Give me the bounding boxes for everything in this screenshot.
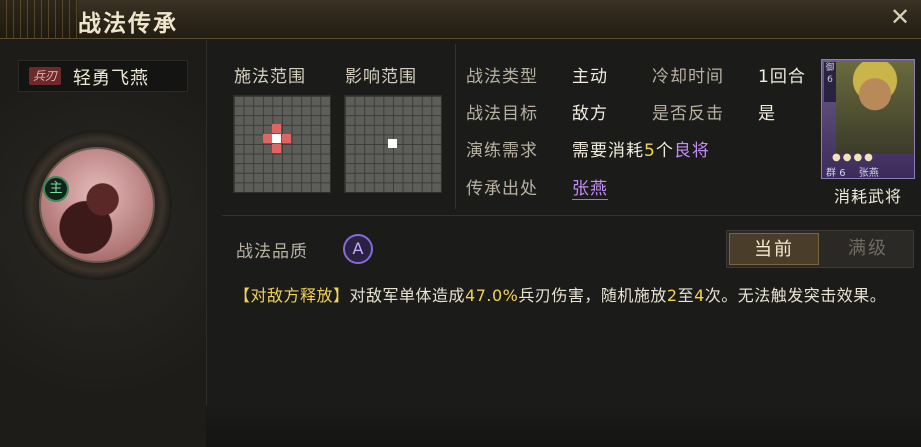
general-card-foot: 群 6 张燕 bbox=[826, 164, 879, 179]
range-cell bbox=[272, 144, 281, 153]
skill-type-badge: 兵刃 bbox=[29, 67, 62, 85]
source-label: 传承出处 bbox=[466, 179, 538, 199]
cooldown-value: 1回合 bbox=[758, 67, 806, 87]
level-toggle: 当前 满级 bbox=[726, 230, 914, 268]
title-ornament bbox=[0, 0, 78, 38]
general-name: 张燕 bbox=[858, 168, 879, 179]
target-value: 敌方 bbox=[572, 104, 608, 124]
skill-name: 轻勇飞燕 bbox=[73, 68, 149, 89]
cast-range-grid bbox=[233, 95, 331, 193]
consume-general-caption: 消耗武将 bbox=[833, 187, 902, 206]
desc-part4: 次。无法触发突击效果。 bbox=[704, 286, 887, 305]
effect-range-label: 影响范围 bbox=[345, 67, 417, 87]
skill-type-value: 主动 bbox=[572, 67, 608, 87]
tab-max-level[interactable]: 满级 bbox=[823, 233, 913, 265]
close-icon[interactable]: ✕ bbox=[889, 5, 911, 29]
drill-requirement-value: 需要消耗5个良将 bbox=[572, 136, 710, 161]
general-side-level: 6 bbox=[827, 75, 833, 85]
effect-range-grid bbox=[344, 95, 442, 193]
desc-part2: 兵刃伤害，随机施放 bbox=[518, 286, 667, 305]
quality-label: 战法品质 bbox=[236, 242, 308, 262]
vertical-divider bbox=[455, 44, 456, 209]
skill-name-tag: 兵刃 轻勇飞燕 bbox=[18, 60, 188, 92]
skill-portrait-icon[interactable] bbox=[39, 147, 155, 263]
title-bar: 战法传承 ✕ bbox=[0, 0, 921, 39]
drill-quality: 良将 bbox=[673, 141, 710, 161]
cast-range-label: 施法范围 bbox=[234, 67, 306, 87]
general-card-side: 御 6 bbox=[824, 62, 836, 102]
range-cell bbox=[282, 134, 291, 143]
drill-requirement-label: 演练需求 bbox=[466, 141, 538, 161]
bottom-strip bbox=[206, 405, 921, 447]
general-cost: 6 bbox=[839, 168, 846, 179]
general-faction: 群 bbox=[826, 168, 836, 179]
range-cell bbox=[263, 134, 272, 143]
counter-label: 是否反击 bbox=[652, 104, 724, 124]
general-stars: ●●●● bbox=[832, 152, 875, 163]
range-center-cell bbox=[272, 134, 281, 143]
desc-part1: 对敌军单体造成 bbox=[349, 286, 466, 305]
horizontal-divider bbox=[222, 215, 921, 216]
drill-text-mid: 个 bbox=[655, 141, 674, 161]
cooldown-label: 冷却时间 bbox=[652, 67, 724, 87]
desc-min: 2 bbox=[666, 286, 678, 305]
source-general-link[interactable]: 张燕 bbox=[572, 174, 608, 200]
quality-grade-badge: A bbox=[343, 234, 373, 264]
general-side-text: 御 bbox=[825, 63, 835, 73]
desc-max: 4 bbox=[694, 286, 705, 305]
desc-percent: 47.0% bbox=[465, 286, 519, 305]
window-title: 战法传承 bbox=[78, 11, 178, 37]
target-label: 战法目标 bbox=[466, 104, 538, 124]
counter-value: 是 bbox=[758, 104, 776, 124]
desc-tag: 【对敌方释放】 bbox=[234, 286, 350, 305]
main-skill-badge: 主 bbox=[43, 176, 69, 202]
tab-current[interactable]: 当前 bbox=[729, 233, 819, 265]
skill-type-label: 战法类型 bbox=[466, 67, 538, 87]
skill-description: 【对敌方释放】对敌军单体造成47.0%兵刃伤害，随机施放2至4次。无法触发突击效… bbox=[234, 282, 906, 309]
range-center-cell bbox=[388, 139, 397, 148]
desc-part3: 至 bbox=[677, 286, 695, 305]
general-portrait bbox=[836, 62, 914, 154]
drill-count: 5 bbox=[644, 141, 656, 161]
general-card[interactable]: 御 6 ●●●● 群 6 张燕 bbox=[821, 59, 915, 179]
range-cell bbox=[272, 124, 281, 133]
drill-text-pre: 需要消耗 bbox=[572, 141, 644, 161]
